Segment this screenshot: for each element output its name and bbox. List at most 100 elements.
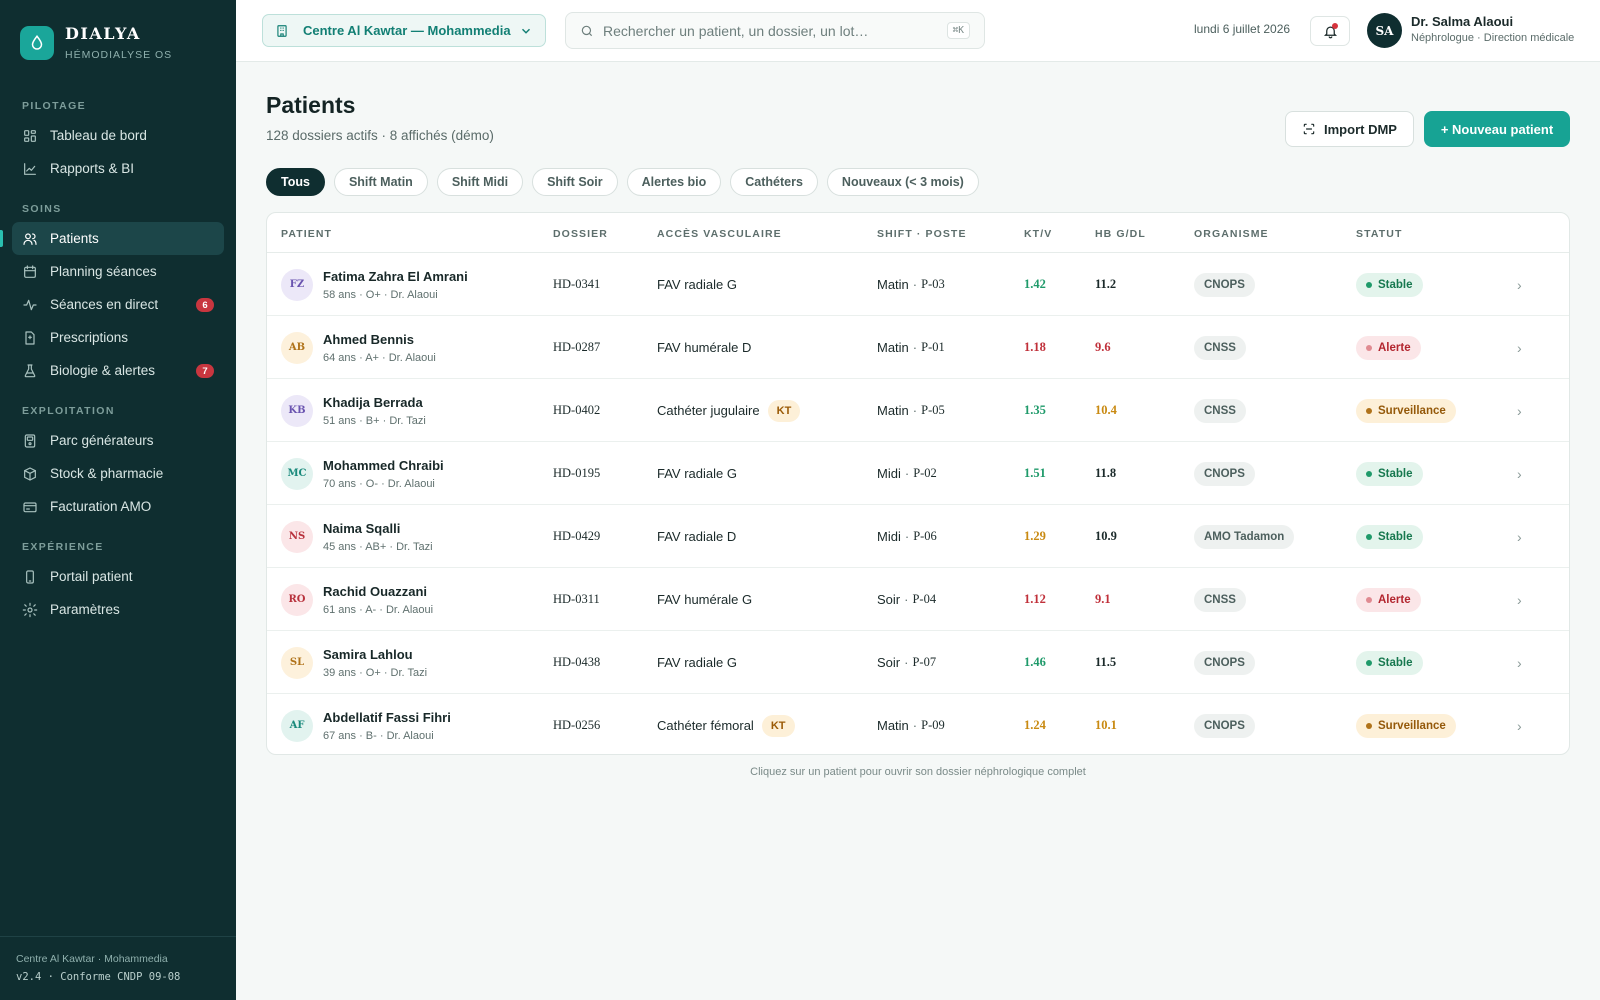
status-badge: Surveillance [1356,398,1456,423]
filter-chip[interactable]: Nouveaux (< 3 mois) [826,168,979,196]
patient-meta: 45 ans · AB+ · Dr. Tazi [323,540,433,553]
dossier-id: HD-0287 [553,340,601,354]
sidebar-item-label: Planning séances [50,264,157,279]
notifications-button[interactable] [1310,16,1350,46]
sidebar-item-label: Facturation AMO [50,499,152,514]
drop-logo-icon [20,25,54,60]
table-row[interactable]: KB Khadija Berrada 51 ans · B+ · Dr. Taz… [267,379,1569,442]
table-row[interactable]: AB Ahmed Bennis 64 ans · A+ · Dr. Alaoui… [267,316,1569,379]
filter-chip[interactable]: Alertes bio [626,168,722,196]
table-row[interactable]: RO Rachid Ouazzani 61 ans · A- · Dr. Ala… [267,568,1569,631]
brand[interactable]: DIALYA HÉMODIALYSE OS [20,24,172,61]
patient-meta: 58 ans · O+ · Dr. Alaoui [323,288,438,301]
filter-chip[interactable]: Tous [266,168,325,196]
footer-center: Centre Al Kawtar · Mohammedia [16,953,168,965]
sidebar-item-stock-pharmacie[interactable]: Stock & pharmacie [12,457,224,490]
search-icon [581,25,593,36]
shift: Midi [877,529,901,544]
patients-table: PATIENT DOSSIER ACCÈS VASCULAIRE SHIFT · PO… [266,212,1570,755]
sidebar-item-label: Paramètres [50,602,120,617]
vascular-access: Cathéter fémoral [657,718,754,733]
sidebar-item-prescriptions[interactable]: Prescriptions [12,321,224,354]
status-label: Stable [1378,467,1413,480]
column-header: STATUT [1356,228,1403,240]
dossier-id: HD-0438 [553,655,601,669]
import-dmp-button[interactable]: Import DMP [1285,111,1414,147]
dossier-id: HD-0429 [553,529,601,543]
status-dot [1366,533,1372,540]
hb-value: 10.9 [1095,529,1117,543]
chevron-right-icon[interactable]: › [1517,253,1522,316]
hb-value: 9.6 [1095,340,1111,354]
sidebar-item-seances-en-direct[interactable]: Séances en direct 6 [12,288,224,321]
column-header: SHIFT · POSTE [877,228,967,240]
chevron-right-icon[interactable]: › [1517,316,1522,379]
sidebar-item-parametres[interactable]: Paramètres [12,593,224,626]
status-dot [1366,407,1372,414]
column-header: DOSSIER [553,228,608,240]
patient-avatar: RO [281,583,313,616]
table-footnote: Cliquez sur un patient pour ouvrir son d… [750,766,1086,778]
sidebar-item-facturation-amo[interactable]: Facturation AMO [12,490,224,523]
dossier-id: HD-0256 [553,718,601,732]
search-bar[interactable]: ⌘K [565,12,985,49]
chevron-right-icon[interactable]: › [1517,694,1522,754]
sidebar-nav: PILOTAGE Tableau de bord Rapports & BI S… [0,92,224,626]
status-dot [1366,281,1372,288]
patient-meta: 61 ans · A- · Dr. Alaoui [323,603,434,616]
sidebar-item-patients[interactable]: Patients [0,222,224,255]
column-header: HB G/DL [1095,228,1146,240]
column-header: ACCÈS VASCULAIRE [657,228,782,240]
chevron-right-icon[interactable]: › [1517,568,1522,631]
table-row[interactable]: MC Mohammed Chraibi 70 ans · O- · Dr. Al… [267,442,1569,505]
column-header: ORGANISME [1194,228,1269,240]
page-title: Patients [266,92,356,118]
filter-chip[interactable]: Cathéters [730,168,818,196]
nav-section-title: SOINS [22,203,62,215]
filter-chip[interactable]: Shift Midi [436,168,524,196]
chevron-right-icon[interactable]: › [1517,631,1522,694]
status-badge: Alerte [1356,587,1421,612]
ktv-value: 1.12 [1024,592,1046,606]
sidebar-item-tableau-de-bord[interactable]: Tableau de bord [12,119,224,152]
sidebar-item-label: Séances en direct [50,297,159,312]
sidebar-item-biologie-alertes[interactable]: Biologie & alertes 7 [12,354,224,387]
patient-avatar: SL [281,646,313,679]
center-select[interactable]: Centre Al Kawtar — Mohammedia [262,14,546,47]
vascular-access: FAV radiale G [657,466,737,481]
table-row[interactable]: AF Abdellatif Fassi Fihri 67 ans · B- · … [267,694,1569,754]
nav-section-title: EXPLOITATION [22,405,115,417]
sidebar-item-portail-patient[interactable]: Portail patient [12,560,224,593]
hb-value: 11.2 [1095,277,1117,291]
sidebar-item-rapports-bi[interactable]: Rapports & BI [12,152,224,185]
filter-chip[interactable]: Shift Matin [333,168,428,196]
chevron-right-icon[interactable]: › [1517,379,1522,442]
chart-line-icon [24,162,36,175]
center-select-label: Centre Al Kawtar — Mohammedia [303,23,511,38]
sidebar-item-label: Parc générateurs [50,433,154,448]
sidebar-item-parc-generateurs[interactable]: Parc générateurs [12,424,224,457]
patient-meta: 67 ans · B- · Dr. Alaoui [323,729,434,742]
dossier-id: HD-0341 [553,277,601,291]
status-badge: Stable [1356,272,1423,297]
chevron-right-icon[interactable]: › [1517,442,1522,505]
scan-icon [1303,123,1315,135]
sidebar-item-label: Stock & pharmacie [50,466,164,481]
table-row[interactable]: NS Naima Sqalli 45 ans · AB+ · Dr. Tazi … [267,505,1569,568]
chevron-right-icon[interactable]: › [1517,505,1522,568]
user-avatar[interactable]: SA [1367,13,1402,48]
table-row[interactable]: FZ Fatima Zahra El Amrani 58 ans · O+ · … [267,253,1569,316]
new-patient-button[interactable]: + Nouveau patient [1424,111,1570,147]
user-name[interactable]: Dr. Salma Alaoui [1411,14,1513,29]
filter-chip[interactable]: Shift Soir [532,168,618,196]
table-row[interactable]: SL Samira Lahlou 39 ans · O+ · Dr. Tazi … [267,631,1569,694]
poste: P-02 [913,466,937,480]
dossier-id: HD-0402 [553,403,601,417]
box-icon [24,466,36,481]
brand-subtitle: HÉMODIALYSE OS [65,49,173,61]
page-subtitle: 128 dossiers actifs · 8 affichés (démo) [266,128,494,143]
dossier-id: HD-0195 [553,466,601,480]
sidebar-item-planning-seances[interactable]: Planning séances [12,255,224,288]
search-input[interactable] [603,22,947,39]
patient-avatar: KB [281,394,313,427]
